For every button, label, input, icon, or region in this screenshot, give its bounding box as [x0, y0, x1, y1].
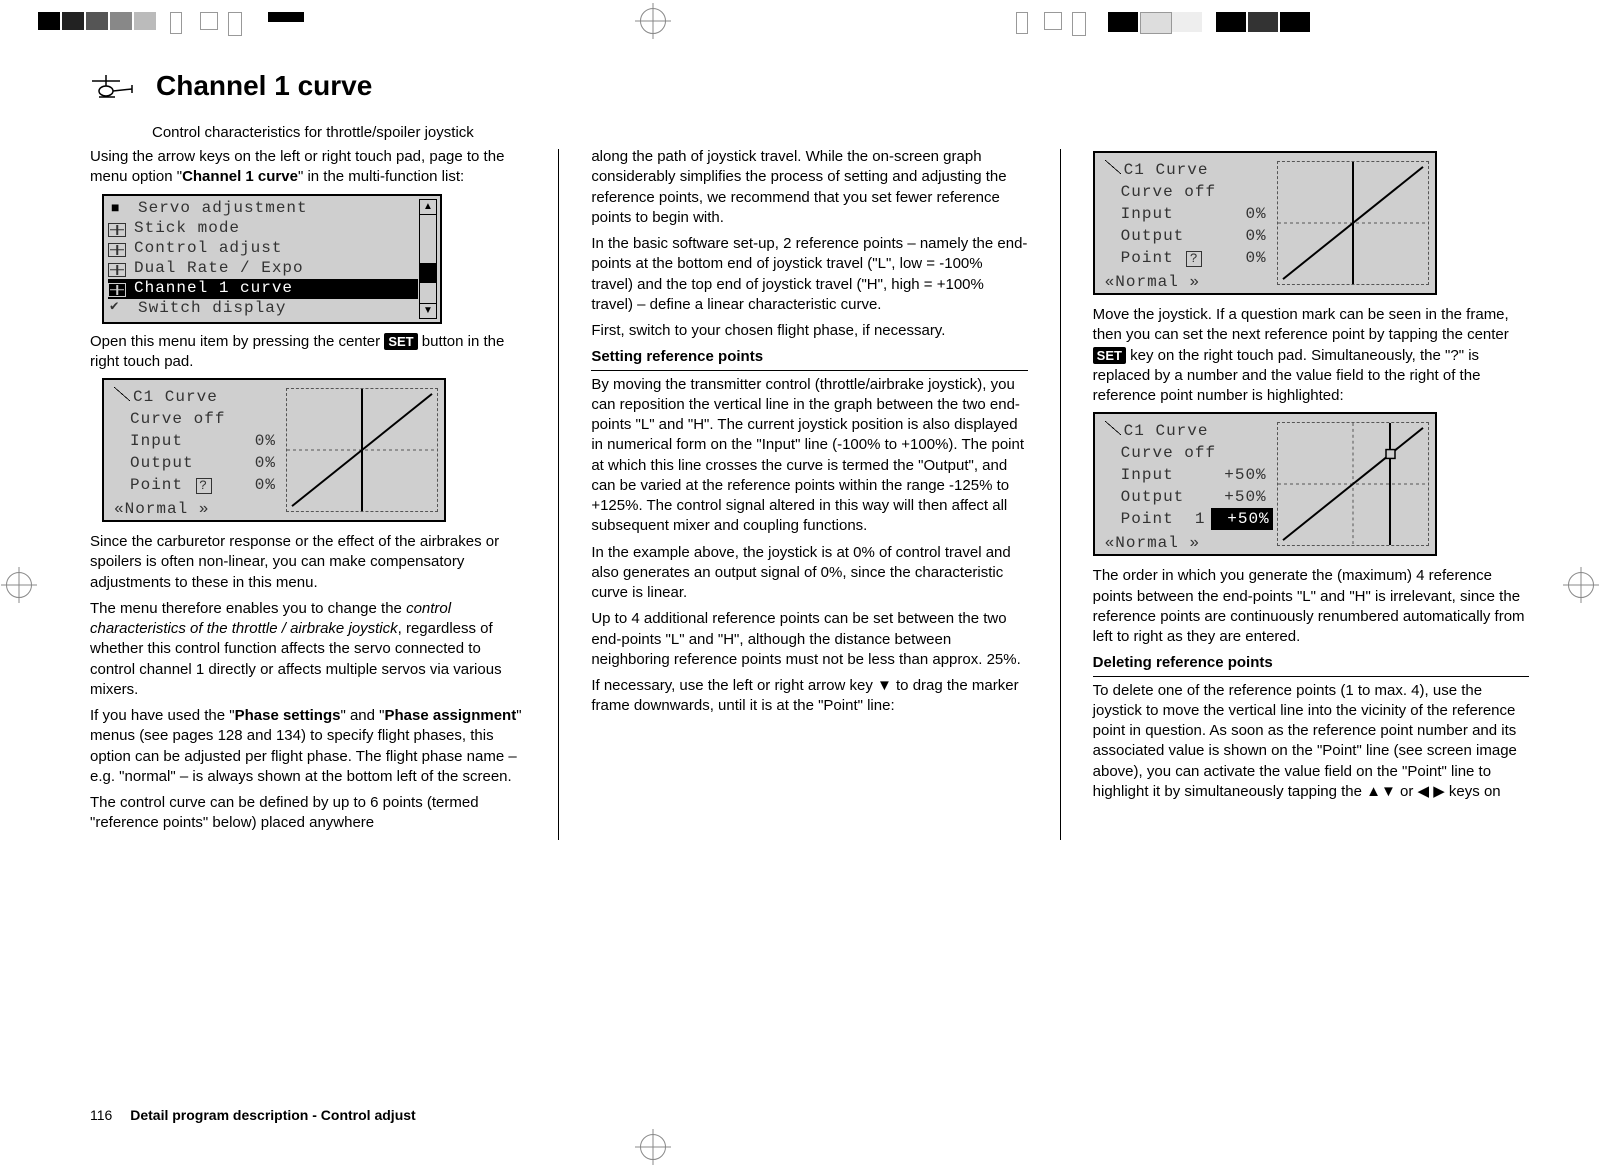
set-key-icon: SET: [1093, 347, 1126, 365]
body-text: If necessary, use the left or right arro…: [591, 676, 1027, 717]
body-text: In the basic software set-up, 2 referenc…: [591, 234, 1027, 315]
menu-item-label: Switch display: [138, 298, 286, 320]
stick-icon: [108, 263, 126, 277]
scroll-up-icon: ▲: [420, 200, 436, 214]
curve-graph: [1277, 161, 1429, 285]
curve-screenshot: C1 Curve Curve off Input0% Output0% Poin…: [1093, 151, 1437, 295]
registration-mark-icon: [6, 572, 32, 598]
section-header: Deleting reference points: [1093, 653, 1529, 676]
menu-item-label: Dual Rate / Expo: [134, 258, 304, 280]
set-key-icon: SET: [384, 333, 417, 351]
body-text: By moving the transmitter control (throt…: [591, 375, 1027, 537]
body-text: Move the joystick. If a question mark ca…: [1093, 305, 1529, 406]
body-text: Since the carburetor response or the eff…: [90, 532, 526, 593]
menu-item-label: Control adjust: [134, 238, 282, 260]
scrollbar: ▲ ▼: [419, 199, 437, 319]
menu-screenshot: Servo adjustment Stick mode Control adju…: [102, 194, 442, 324]
page-subtitle: Control characteristics for throttle/spo…: [152, 124, 1529, 141]
stick-icon: [108, 223, 126, 237]
registration-mark-icon: [1568, 572, 1594, 598]
body-text: The order in which you generate the (max…: [1093, 566, 1529, 647]
scroll-down-icon: ▼: [420, 304, 436, 318]
section-header: Setting reference points: [591, 347, 1027, 370]
column-divider: [558, 149, 559, 840]
body-text: In the example above, the joystick is at…: [591, 543, 1027, 604]
body-text: If you have used the "Phase settings" an…: [90, 706, 526, 787]
curve-icon: [1105, 421, 1121, 435]
body-text: The menu therefore enables you to change…: [90, 599, 526, 700]
footer-section: Detail program description - Control adj…: [130, 1107, 415, 1123]
page-number: 116: [90, 1107, 112, 1123]
curve-graph: [1277, 422, 1429, 546]
curve-icon: [1105, 160, 1121, 174]
curve-screenshot: C1 Curve Curve off Input0% Output0% Poin…: [102, 378, 446, 522]
body-text: along the path of joystick travel. While…: [591, 147, 1027, 228]
servo-icon: [108, 201, 130, 217]
page-title: Channel 1 curve: [156, 70, 372, 102]
body-text: To delete one of the reference points (1…: [1093, 681, 1529, 803]
column-divider: [1060, 149, 1061, 840]
registration-mark-icon: [640, 8, 666, 34]
curve-graph: [286, 388, 438, 512]
stick-icon: [108, 243, 126, 257]
body-text: Using the arrow keys on the left or righ…: [90, 147, 526, 188]
body-text: Open this menu item by pressing the cent…: [90, 332, 526, 373]
page-footer: 116 Detail program description - Control…: [90, 1107, 416, 1123]
registration-mark-icon: [640, 1134, 666, 1160]
body-text: The control curve can be defined by up t…: [90, 793, 526, 834]
menu-item-label: Channel 1 curve: [134, 278, 293, 300]
heli-model-icon: [90, 75, 134, 101]
body-text: Up to 4 additional reference points can …: [591, 609, 1027, 670]
curve-screenshot: C1 Curve Curve off Input+50% Output+50% …: [1093, 412, 1437, 556]
menu-item-label: Stick mode: [134, 218, 240, 240]
crop-marks: [0, 10, 1599, 40]
body-text: First, switch to your chosen flight phas…: [591, 321, 1027, 341]
menu-item-label: Servo adjustment: [138, 198, 308, 220]
switch-icon: [108, 301, 130, 317]
curve-icon: [114, 387, 130, 401]
stick-icon: [108, 283, 126, 297]
